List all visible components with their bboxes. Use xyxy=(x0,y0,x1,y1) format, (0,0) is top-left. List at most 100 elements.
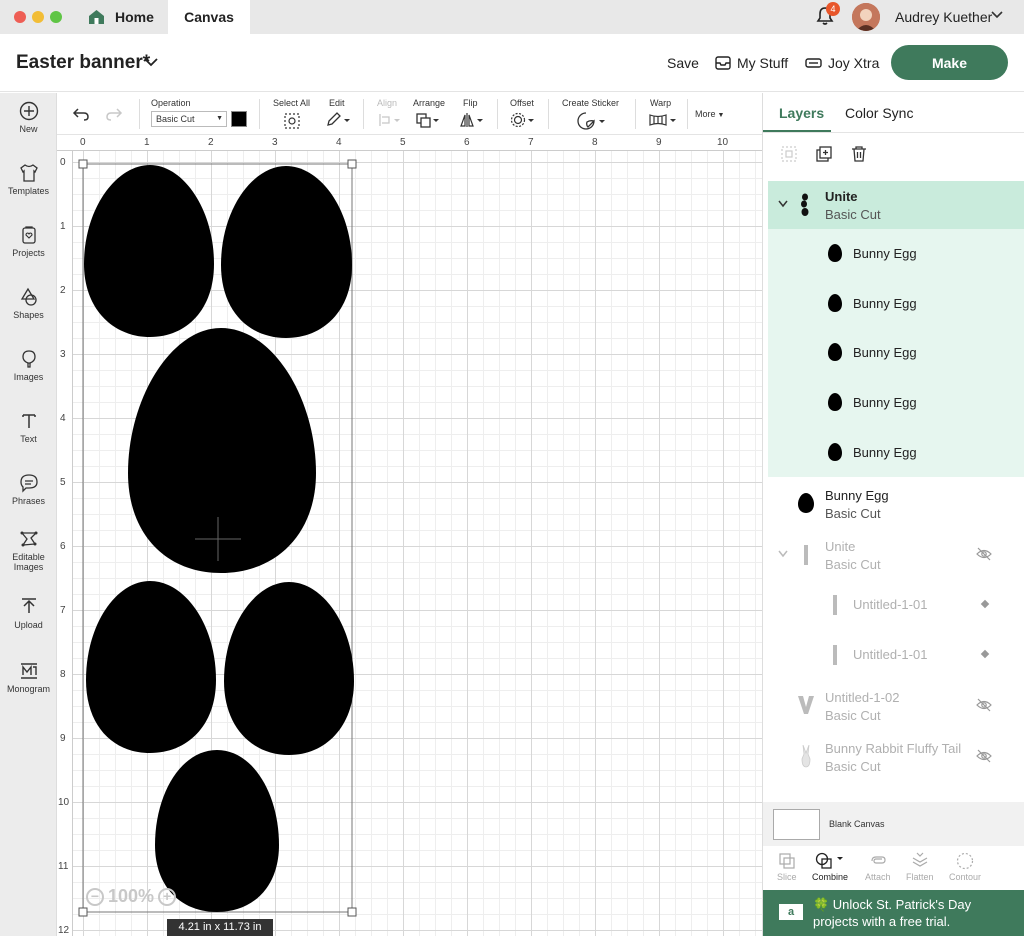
layer-bunny-egg[interactable]: Bunny Egg Basic Cut xyxy=(768,480,1024,530)
caret-down-icon: ▼ xyxy=(216,115,223,122)
joy-xtra-button[interactable]: Joy Xtra xyxy=(805,55,879,71)
chevron-down-icon[interactable] xyxy=(144,57,158,67)
selection-handle[interactable] xyxy=(347,907,357,917)
combine-button[interactable]: Combine xyxy=(812,852,848,882)
chevron-down-icon[interactable] xyxy=(991,10,1003,20)
sidebar-item-upload[interactable]: Upload xyxy=(0,597,57,630)
ruler-tick-label: 0 xyxy=(80,137,86,148)
attach-button[interactable]: Attach xyxy=(865,852,891,882)
sidebar-item-text[interactable]: Text xyxy=(0,411,57,444)
make-button[interactable]: Make xyxy=(891,45,1008,80)
save-button[interactable]: Save xyxy=(667,55,699,71)
sidebar-item-monogram[interactable]: Monogram xyxy=(0,661,57,694)
minimize-window-button[interactable] xyxy=(32,11,44,23)
contour-button[interactable]: Contour xyxy=(949,852,981,882)
ruler-tick-label: 7 xyxy=(528,137,534,148)
arrange-icon[interactable] xyxy=(415,112,441,128)
redo-icon[interactable] xyxy=(105,107,123,121)
layer-group-unite[interactable]: Unite Basic Cut xyxy=(768,181,1024,229)
eye-hidden-icon[interactable] xyxy=(976,749,992,763)
promo-banner[interactable]: a 🍀 Unlock St. Patrick's Day projects wi… xyxy=(763,890,1024,936)
layer-hidden-1[interactable]: Untitled-1-02 Basic Cut xyxy=(768,682,1024,732)
eye-hidden-icon[interactable] xyxy=(976,547,992,561)
sidebar-item-shapes[interactable]: Shapes xyxy=(0,287,57,320)
blank-canvas-row[interactable]: Blank Canvas xyxy=(763,802,1024,846)
my-stuff-button[interactable]: My Stuff xyxy=(715,55,788,71)
left-sidebar: New Templates Projects Shapes Images Tex… xyxy=(0,93,57,936)
project-title[interactable]: Easter banner* xyxy=(16,52,150,74)
layer-child[interactable]: Bunny Egg xyxy=(768,229,1024,279)
tab-canvas[interactable]: Canvas xyxy=(168,0,250,34)
sidebar-item-label: Phrases xyxy=(11,496,46,506)
chevron-down-icon[interactable] xyxy=(778,550,788,558)
zoom-out-button[interactable]: − xyxy=(86,887,104,906)
group-icon[interactable] xyxy=(780,145,798,163)
sidebar-item-templates[interactable]: Templates xyxy=(0,163,57,196)
layer-child[interactable]: Bunny Egg xyxy=(768,428,1024,478)
egg-shape[interactable] xyxy=(224,582,354,755)
shapes-icon xyxy=(20,287,37,306)
sidebar-item-projects[interactable]: Projects xyxy=(0,225,57,258)
zoom-control: − 100% + xyxy=(86,886,177,907)
offset-icon[interactable] xyxy=(510,112,536,128)
egg-shape[interactable] xyxy=(128,328,316,573)
close-window-button[interactable] xyxy=(14,11,26,23)
user-name[interactable]: Audrey Kuether xyxy=(895,9,992,25)
zoom-in-button[interactable]: + xyxy=(158,887,177,906)
more-button[interactable]: More ▼ xyxy=(695,109,724,119)
undo-icon[interactable] xyxy=(72,107,90,121)
layer-hidden-child[interactable]: Untitled-1-01 xyxy=(768,580,1024,630)
egg-shape[interactable] xyxy=(221,166,352,338)
chevron-down-icon[interactable] xyxy=(778,200,788,208)
layer-child[interactable]: Bunny Egg xyxy=(768,378,1024,428)
layer-name: Untitled-1-02 xyxy=(825,690,900,705)
trash-icon[interactable] xyxy=(850,145,868,163)
layer-hidden-group[interactable]: Unite Basic Cut xyxy=(768,531,1024,581)
sidebar-item-label: Shapes xyxy=(13,310,44,320)
flatten-button[interactable]: Flatten xyxy=(906,852,934,882)
notification-badge: 4 xyxy=(826,2,840,16)
design-canvas[interactable] xyxy=(73,151,762,936)
sidebar-item-images[interactable]: Images xyxy=(0,349,57,382)
avatar[interactable] xyxy=(852,3,880,31)
align-icon[interactable] xyxy=(377,112,403,128)
operation-color-swatch[interactable] xyxy=(231,111,247,127)
more-label: More xyxy=(695,109,716,119)
edit-label: Edit xyxy=(329,98,345,108)
flip-label: Flip xyxy=(463,98,478,108)
egg-shape[interactable] xyxy=(84,165,214,337)
warp-label: Warp xyxy=(650,98,672,108)
warp-icon[interactable] xyxy=(648,112,678,128)
flip-icon[interactable] xyxy=(459,112,485,128)
selection-handle[interactable] xyxy=(347,159,357,169)
tab-color-sync[interactable]: Color Sync xyxy=(845,105,913,121)
layer-hidden-2[interactable]: Bunny Rabbit Fluffy Tail Basic Cut xyxy=(768,733,1024,783)
make-label: Make xyxy=(931,54,968,71)
layer-child[interactable]: Bunny Egg xyxy=(768,279,1024,329)
layer-name: Bunny Egg xyxy=(853,445,917,460)
slice-button[interactable]: Slice xyxy=(777,852,797,882)
select-all-icon[interactable] xyxy=(283,112,301,130)
tab-home[interactable]: Home xyxy=(80,0,170,34)
sticker-icon[interactable] xyxy=(577,112,607,130)
slice-icon xyxy=(779,853,795,869)
blank-canvas-swatch[interactable] xyxy=(773,809,820,840)
maximize-window-button[interactable] xyxy=(50,11,62,23)
layer-hidden-child[interactable]: Untitled-1-01 xyxy=(768,630,1024,680)
layer-name: Bunny Egg xyxy=(853,345,917,360)
offset-label: Offset xyxy=(510,98,534,108)
egg-shape[interactable] xyxy=(86,581,216,753)
layer-child[interactable]: Bunny Egg xyxy=(768,328,1024,378)
tab-layers[interactable]: Layers xyxy=(779,105,824,121)
sidebar-item-editable-images[interactable]: Editable Images xyxy=(0,529,57,572)
ruler-tick-label: 10 xyxy=(58,797,70,808)
sidebar-item-new[interactable]: New xyxy=(0,101,57,134)
operation-select[interactable]: Basic Cut ▼ xyxy=(151,111,227,127)
eye-hidden-icon[interactable] xyxy=(976,698,992,712)
pencil-icon[interactable] xyxy=(325,112,351,128)
selection-handle[interactable] xyxy=(78,907,88,917)
duplicate-icon[interactable] xyxy=(815,145,833,163)
selection-handle[interactable] xyxy=(78,159,88,169)
ruler-tick-label: 11 xyxy=(58,861,69,872)
sidebar-item-phrases[interactable]: Phrases xyxy=(0,473,57,506)
